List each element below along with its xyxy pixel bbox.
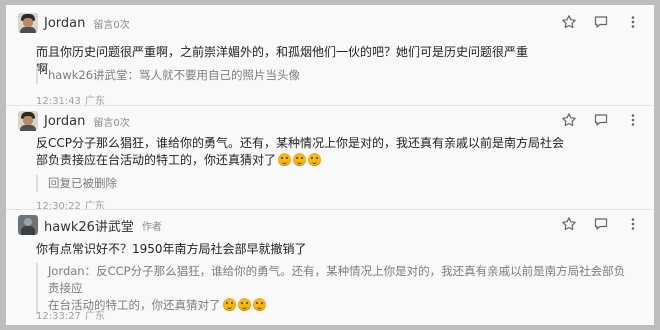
reply-icon[interactable] <box>592 111 610 129</box>
timestamp: 12:33:27 <box>36 311 81 322</box>
reply-icon[interactable] <box>592 215 610 233</box>
more-icon[interactable] <box>624 111 642 129</box>
comment-text-line-2: 部负责接应在台活动的特工的，你还真猜对了 <box>36 152 596 169</box>
comment-text: 反CCP分子那么猖狂，谁给你的勇气。还有，某种情况上你是对的，我还真有亲戚以前是… <box>36 135 596 169</box>
username[interactable]: Jordan <box>44 114 85 129</box>
username[interactable]: hawk26讲武堂 <box>44 216 134 235</box>
quoted-reply: Jordan：反CCP分子那么猖狂，谁给你的勇气。还有，某种情况上你是对的，我还… <box>36 263 636 314</box>
author-tag: 作者 <box>141 221 162 233</box>
thinking-emoji <box>222 298 236 311</box>
more-icon[interactable] <box>624 215 642 233</box>
avatar[interactable] <box>18 13 38 33</box>
thinking-emoji <box>252 298 266 311</box>
comment-actions <box>560 215 642 233</box>
more-icon[interactable] <box>624 13 642 31</box>
quoted-reply: hawk26讲武堂：骂人就不要用自己的照片当头像 <box>36 67 300 84</box>
quoted-text: 回复已被删除 <box>48 176 117 190</box>
divider <box>6 105 654 106</box>
avatar[interactable] <box>18 111 38 131</box>
comment-header: Jordan 留言0次 <box>18 11 130 35</box>
star-icon[interactable] <box>560 215 578 233</box>
thinking-emoji <box>237 298 251 311</box>
comment-count-tag: 留言0次 <box>93 117 130 129</box>
comment-count-tag: 留言0次 <box>93 19 130 31</box>
thinking-emoji <box>293 153 307 166</box>
comment-panel: Jordan 留言0次 而且你历史问题很严重啊，之前崇洋媚外的，和孤烟他们一伙的… <box>6 5 654 325</box>
comment-item: Jordan 留言0次 反CCP分子那么猖狂，谁给你的勇气。还有，某种情况上你是… <box>6 109 654 212</box>
quoted-text-line: Jordan：反CCP分子那么猖狂，谁给你的勇气。还有，某种情况上你是对的，我还… <box>48 264 626 295</box>
comment-item: Jordan 留言0次 而且你历史问题很严重啊，之前崇洋媚外的，和孤烟他们一伙的… <box>6 11 654 107</box>
thinking-emoji <box>278 153 292 166</box>
comment-header: hawk26讲武堂 作者 <box>18 213 162 237</box>
quoted-username: Jordan： <box>48 264 97 278</box>
avatar[interactable] <box>18 215 38 235</box>
comment-item: hawk26讲武堂 作者 你有点常识好不？1950年南方局社会部早就撤销了 Jo… <box>6 213 654 325</box>
star-icon[interactable] <box>560 13 578 31</box>
quoted-reply: 回复已被删除 <box>36 175 117 192</box>
quoted-text: 骂人就不要用自己的照片当头像 <box>139 68 301 82</box>
location: 广东 <box>84 201 105 212</box>
comment-meta: 12:33:27 广东 <box>36 307 105 322</box>
thinking-emoji <box>308 153 322 166</box>
comment-actions <box>560 13 642 31</box>
username[interactable]: Jordan <box>44 16 85 31</box>
comment-text-line: 反CCP分子那么猖狂，谁给你的勇气。还有，某种情况上你是对的，我还真有亲戚以前是… <box>36 136 564 150</box>
quoted-text-line-2: 在台活动的特工的，你还真猜对了 <box>48 297 636 314</box>
location: 广东 <box>84 311 105 322</box>
comment-text: 你有点常识好不？1950年南方局社会部早就撤销了 <box>36 242 307 256</box>
star-icon[interactable] <box>560 111 578 129</box>
comment-actions <box>560 111 642 129</box>
quoted-username: hawk26讲武堂： <box>48 68 140 82</box>
reply-icon[interactable] <box>592 13 610 31</box>
comment-header: Jordan 留言0次 <box>18 109 130 133</box>
timestamp: 12:30:22 <box>36 201 81 212</box>
divider <box>6 209 654 210</box>
